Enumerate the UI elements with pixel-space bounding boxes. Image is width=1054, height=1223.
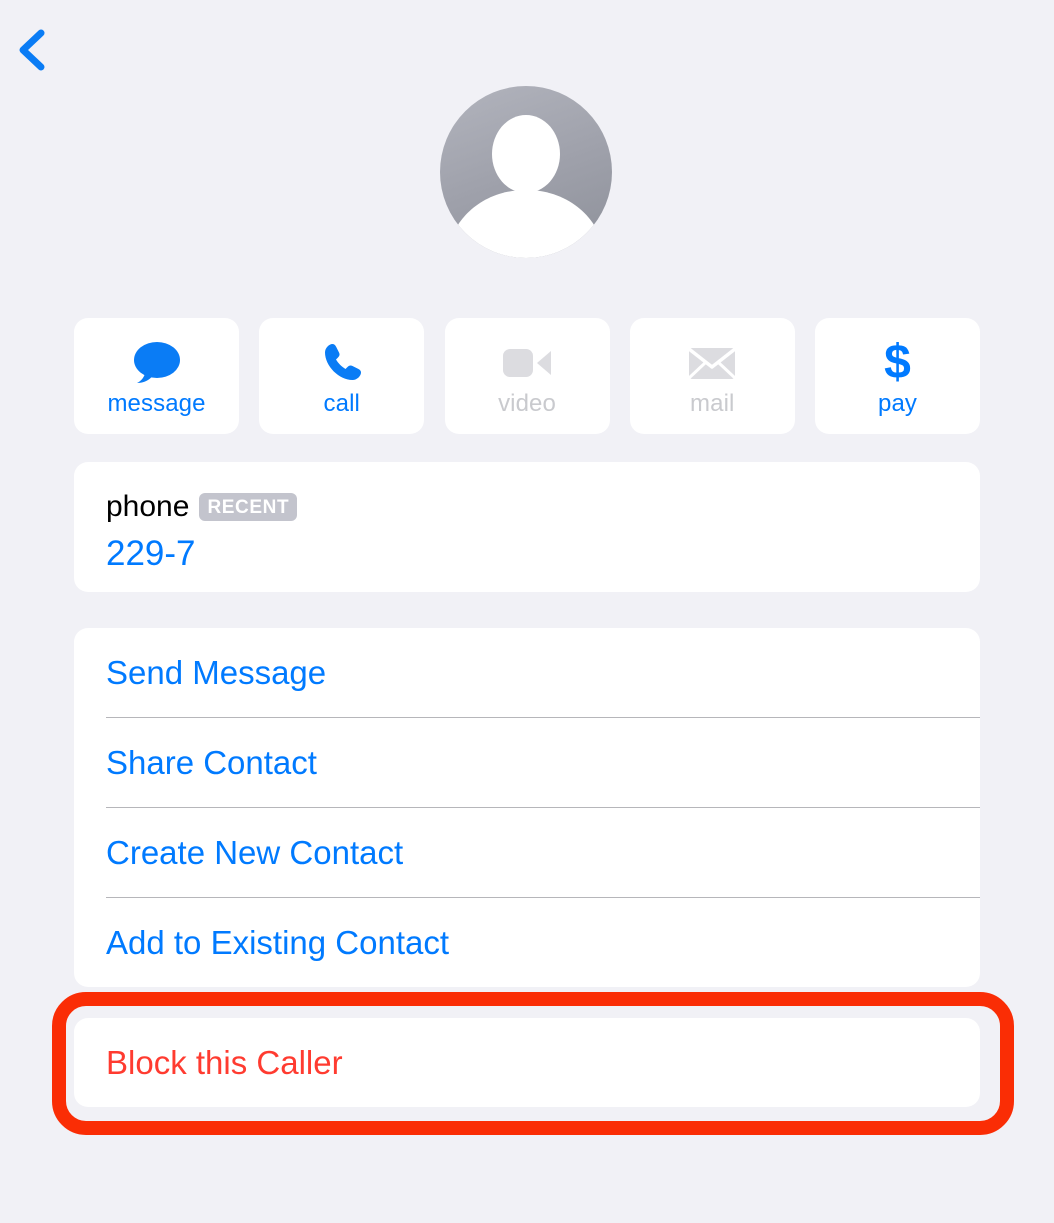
envelope-icon (687, 340, 737, 386)
list-item-label: Send Message (106, 654, 327, 691)
phone-label: phone (106, 490, 190, 523)
quick-action-label: pay (878, 390, 917, 417)
block-this-caller-label: Block this Caller (106, 1044, 343, 1081)
quick-action-message[interactable]: message (74, 318, 239, 434)
avatar (440, 86, 612, 258)
quick-action-label: call (323, 390, 360, 417)
list-item-label: Add to Existing Contact (106, 924, 450, 961)
chevron-left-icon (16, 28, 48, 72)
list-item-add-to-existing-contact[interactable]: Add to Existing Contact (74, 898, 980, 987)
person-placeholder-icon (440, 86, 612, 258)
message-bubble-icon (132, 340, 182, 386)
video-camera-icon (501, 340, 553, 386)
dollar-glyph: $ (884, 335, 911, 389)
quick-action-call[interactable]: call (259, 318, 425, 434)
quick-action-label: video (498, 390, 556, 417)
block-this-caller-row[interactable]: Block this Caller (74, 1018, 980, 1107)
list-item-share-contact[interactable]: Share Contact (74, 718, 980, 807)
quick-action-label: mail (690, 390, 735, 417)
recent-badge: RECENT (199, 493, 298, 521)
dollar-sign-icon: $ (884, 335, 911, 389)
back-button[interactable] (2, 20, 62, 80)
quick-action-video[interactable]: video (444, 318, 610, 434)
quick-action-mail[interactable]: mail (629, 318, 795, 434)
phone-number-card[interactable]: phone RECENT 229-7 (74, 462, 980, 592)
list-item-label: Share Contact (106, 744, 317, 781)
navigation-bar (0, 0, 1054, 100)
quick-actions-row: message call video mail $ pay (74, 318, 980, 434)
contact-detail-screen: message call video mail $ pay phone RECE… (0, 0, 1054, 1223)
list-item-label: Create New Contact (106, 834, 404, 871)
phone-label-row: phone RECENT (106, 490, 298, 523)
quick-action-label: message (107, 390, 206, 417)
contact-actions-list: Send Message Share Contact Create New Co… (74, 628, 980, 987)
phone-number-value[interactable]: 229-7 (106, 536, 196, 571)
quick-action-pay[interactable]: $ pay (815, 318, 980, 434)
list-item-create-new-contact[interactable]: Create New Contact (74, 808, 980, 897)
list-item-send-message[interactable]: Send Message (74, 628, 980, 717)
phone-handset-icon (319, 340, 365, 386)
